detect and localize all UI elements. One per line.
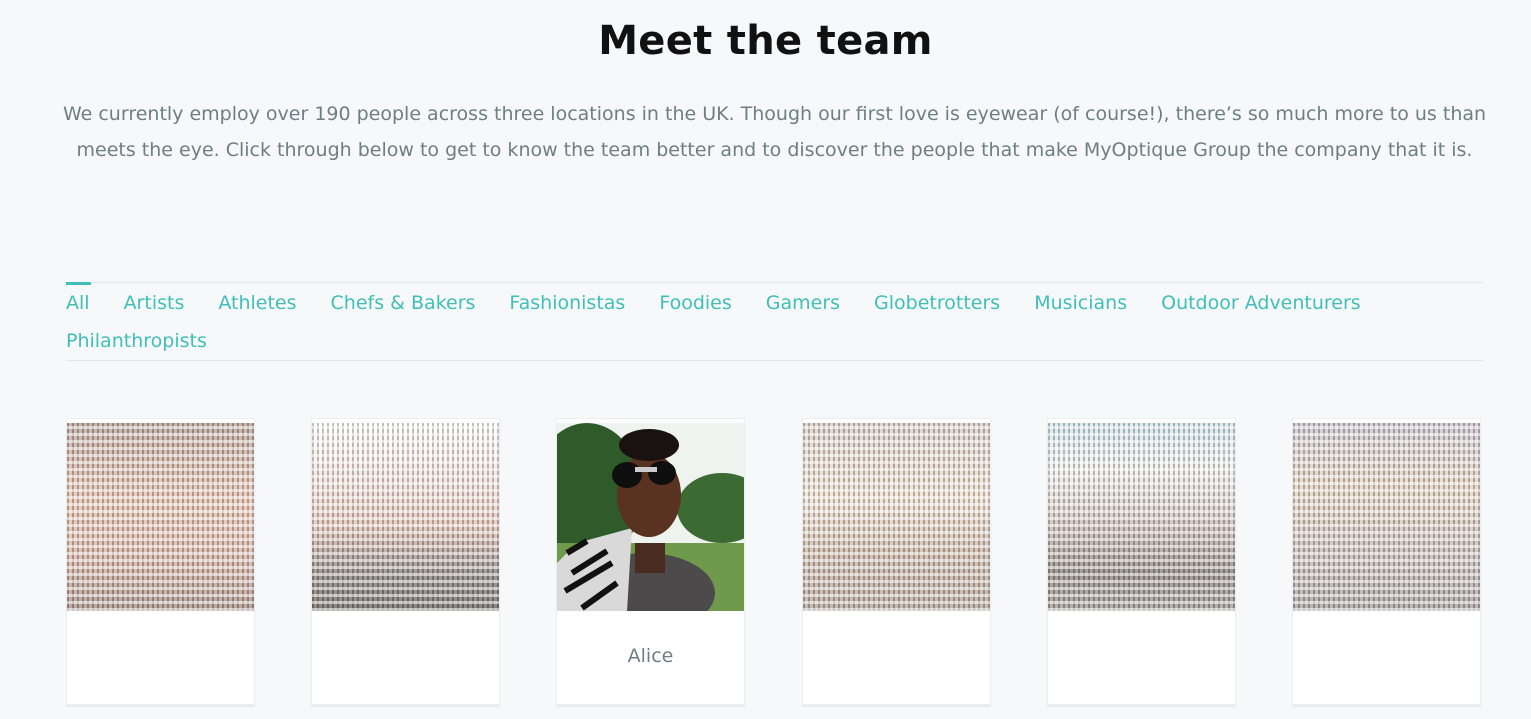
- page: Meet the team We currently employ over 1…: [0, 0, 1531, 719]
- tab-all[interactable]: All: [66, 282, 91, 315]
- photo-texture: [67, 423, 254, 611]
- team-card[interactable]: [1047, 418, 1236, 705]
- team-card[interactable]: [802, 418, 991, 705]
- photo-texture: [1048, 423, 1235, 611]
- tab-row-2: Philanthropists: [66, 329, 241, 353]
- tab-philanthropists[interactable]: Philanthropists: [66, 329, 207, 353]
- page-title: Meet the team: [598, 18, 933, 64]
- tab-row-1: All Artists Athletes Chefs & Bakers Fash…: [66, 282, 1395, 315]
- team-card[interactable]: [311, 418, 500, 705]
- team-member-name: Alice: [627, 645, 674, 667]
- team-photo: [803, 423, 990, 611]
- tab-musicians[interactable]: Musicians: [1034, 291, 1127, 315]
- filter-tabs: All Artists Athletes Chefs & Bakers Fash…: [66, 282, 1483, 361]
- team-card[interactable]: Alice: [556, 418, 745, 705]
- tab-fashionistas[interactable]: Fashionistas: [509, 291, 625, 315]
- tab-artists[interactable]: Artists: [124, 291, 185, 315]
- team-card[interactable]: [1292, 418, 1481, 705]
- team-photo: [67, 423, 254, 611]
- alice-photo: [557, 423, 744, 611]
- tab-foodies[interactable]: Foodies: [659, 291, 731, 315]
- team-photo: [1293, 423, 1480, 611]
- photo-texture: [1293, 423, 1480, 611]
- team-card[interactable]: [66, 418, 255, 705]
- tab-athletes[interactable]: Athletes: [218, 291, 296, 315]
- photo-texture: [803, 423, 990, 611]
- intro-text: We currently employ over 190 people acro…: [62, 103, 1487, 161]
- tab-outdoor-adventurers[interactable]: Outdoor Adventurers: [1161, 291, 1361, 315]
- tab-gamers[interactable]: Gamers: [766, 291, 840, 315]
- photo-texture: [312, 423, 499, 611]
- team-photo: [312, 423, 499, 611]
- tab-chefs-bakers[interactable]: Chefs & Bakers: [331, 291, 476, 315]
- team-photo: [557, 423, 744, 611]
- tab-globetrotters[interactable]: Globetrotters: [874, 291, 1000, 315]
- team-photo: [1048, 423, 1235, 611]
